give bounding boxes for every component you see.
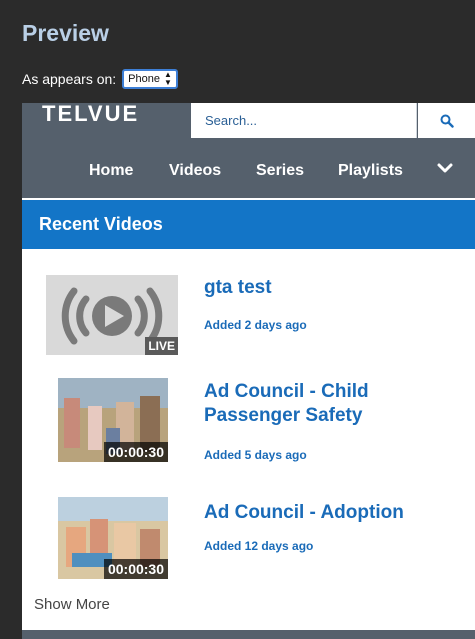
video-added-date: Added 2 days ago: [204, 318, 307, 332]
video-title[interactable]: Ad Council - Adoption: [204, 501, 464, 525]
video-thumbnail[interactable]: LIVE: [46, 275, 178, 355]
section-header: Recent Videos: [22, 200, 475, 249]
video-added-date: Added 5 days ago: [204, 448, 307, 462]
site-header: TELVUE Home Videos Series Playlists: [22, 103, 475, 198]
device-select[interactable]: Phone ▲ ▼: [122, 69, 178, 89]
nav-item-home[interactable]: Home: [89, 162, 133, 180]
phone-preview-frame: TELVUE Home Videos Series Playlists Rece…: [22, 103, 475, 639]
video-thumbnail[interactable]: 00:00:30: [58, 497, 168, 579]
updown-arrows-icon: ▲ ▼: [163, 70, 172, 87]
search-box: [191, 103, 417, 138]
video-title[interactable]: Ad Council - Child Passenger Safety: [204, 380, 464, 428]
nav-item-playlists[interactable]: Playlists: [338, 162, 403, 180]
page-title: Preview: [22, 20, 109, 46]
search-icon: [440, 114, 454, 128]
video-thumbnail[interactable]: 00:00:30: [58, 378, 168, 462]
site-nav: Home Videos Series Playlists: [22, 157, 475, 193]
device-row: As appears on: Phone ▲ ▼: [22, 69, 178, 89]
site-logo[interactable]: TELVUE: [42, 103, 139, 127]
device-select-value: Phone: [128, 73, 160, 85]
video-title[interactable]: gta test: [204, 276, 464, 300]
nav-item-videos[interactable]: Videos: [169, 162, 221, 180]
show-more-link[interactable]: Show More: [34, 596, 110, 613]
video-duration: 00:00:30: [103, 559, 168, 579]
chevron-down-icon[interactable]: [436, 161, 454, 180]
device-label: As appears on:: [22, 71, 117, 87]
video-duration: 00:00:30: [103, 442, 168, 462]
video-added-date: Added 12 days ago: [204, 539, 314, 553]
live-badge: LIVE: [145, 337, 178, 355]
site-footer-strip: [22, 630, 475, 639]
search-input[interactable]: [191, 103, 416, 138]
nav-item-series[interactable]: Series: [256, 162, 304, 180]
search-button[interactable]: [418, 103, 475, 138]
